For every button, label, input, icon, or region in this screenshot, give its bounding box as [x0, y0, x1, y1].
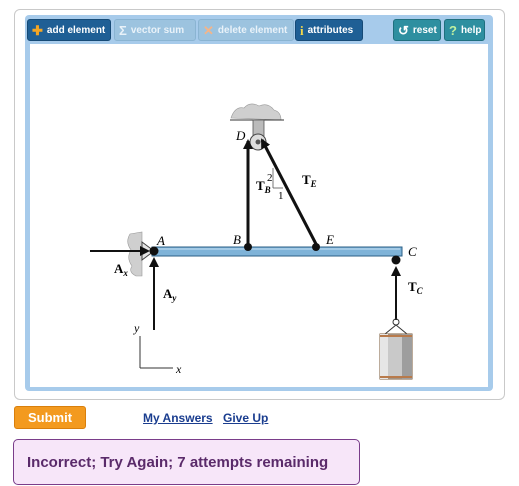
point-e	[312, 243, 320, 251]
add-element-label: add element	[46, 24, 106, 36]
help-button[interactable]: ? help	[444, 19, 485, 41]
point-a-label: A	[156, 233, 165, 248]
point-d-label: D	[235, 128, 246, 143]
tension-e-label: TE	[302, 172, 317, 189]
slope-rise-label: 2	[267, 172, 273, 184]
reset-label: reset	[412, 24, 437, 36]
delete-element-label: delete element	[217, 24, 288, 36]
point-c	[391, 255, 401, 265]
x-icon: ✕	[203, 22, 214, 38]
reset-button[interactable]: ↺ reset	[393, 19, 441, 41]
feedback-text: Incorrect; Try Again; 7 attempts remaini…	[27, 453, 329, 471]
point-b-label: B	[233, 232, 241, 247]
reaction-ax-label: Ax	[114, 261, 128, 278]
point-c-label: C	[408, 244, 417, 259]
give-up-link[interactable]: Give Up	[223, 411, 268, 425]
submit-button[interactable]: Submit	[14, 406, 86, 429]
reaction-ay-label: Ay	[163, 286, 177, 303]
attributes-label: attributes	[307, 24, 354, 36]
vector-sum-button[interactable]: Σ vector sum	[114, 19, 196, 41]
x-axis-label: x	[175, 362, 182, 376]
add-element-button[interactable]: ✚ add element	[27, 19, 111, 41]
slope-run-label: 1	[278, 190, 284, 202]
info-icon: i	[300, 22, 304, 38]
feedback-message: Incorrect; Try Again; 7 attempts remaini…	[13, 439, 360, 485]
beam	[151, 246, 403, 257]
drawing-canvas[interactable]: 2 1 A B E C D Ax Ay TB TE TC y x	[30, 44, 488, 387]
toolbar: ✚ add element Σ vector sum ✕ delete elem…	[27, 19, 491, 43]
y-axis-label: y	[133, 321, 140, 335]
plus-icon: ✚	[32, 22, 43, 38]
wall-support	[127, 231, 155, 277]
free-body-diagram: 2 1 A B E C D Ax Ay TB TE TC y x	[90, 103, 424, 380]
question-icon: ?	[449, 22, 457, 38]
ceiling-support	[230, 103, 284, 151]
coordinate-axes	[139, 336, 173, 369]
help-label: help	[460, 24, 482, 36]
my-answers-link[interactable]: My Answers	[143, 411, 213, 425]
refresh-icon: ↺	[398, 22, 409, 38]
tension-c-label: TC	[408, 279, 424, 296]
point-b	[244, 243, 252, 251]
hanging-weight	[379, 318, 413, 380]
sigma-icon: Σ	[119, 22, 127, 38]
vector-sum-label: vector sum	[130, 24, 185, 36]
point-e-label: E	[325, 232, 334, 247]
attributes-button[interactable]: i attributes	[295, 19, 363, 41]
delete-element-button[interactable]: ✕ delete element	[198, 19, 294, 41]
